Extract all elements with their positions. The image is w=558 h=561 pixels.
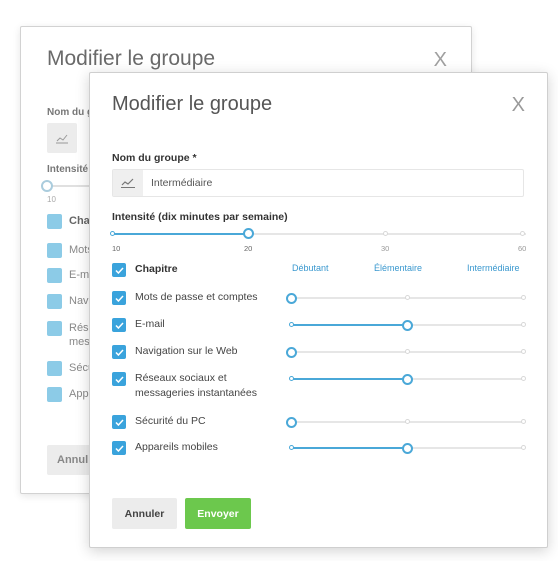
edit-group-dialog: Modifier le groupe X Nom du groupe * Int… [89,72,548,548]
chapter-level-dot [520,349,526,354]
background-row: Navi [69,295,92,307]
chapter-level-slider-knob[interactable] [401,373,413,385]
check-icon [114,444,124,452]
background-checkbox [47,214,62,229]
chapter-level-dot [404,295,410,300]
chapter-label-line: E-mail [135,318,165,330]
chapter-header: Chapitre [135,263,178,275]
chapter-checkbox[interactable] [112,318,126,332]
chapter-level-slider-knob[interactable] [285,292,297,304]
chapter-level-dot [520,376,526,381]
chapter-label: Mots de passe et comptes [135,290,258,305]
chapter-level-dot [288,445,294,450]
background-close-icon[interactable]: X [434,49,447,72]
chapter-checkbox[interactable] [112,345,126,359]
chapter-level-dot [520,419,526,424]
chapter-level-slider-knob[interactable] [401,319,413,331]
background-checkbox [47,387,62,402]
background-chart-line-icon [47,123,77,153]
intensity-slider-fill [112,233,250,235]
check-icon [114,294,124,302]
intensity-tick-label: 20 [244,244,253,253]
background-intensity-label: Intensité [47,164,89,175]
intensity-tick-label: 60 [518,244,527,253]
intensity-tick-dot [383,231,388,236]
chapter-level-slider-knob[interactable] [285,346,297,358]
chapter-label: E-mail [135,317,165,332]
check-icon [114,321,124,329]
chapter-label: Sécurité du PC [135,414,206,429]
chapter-checkbox[interactable] [112,415,126,429]
chapter-level-dot [288,376,294,381]
intensity-label: Intensité (dix minutes par semaine) [112,211,288,223]
background-row: mes [69,336,90,348]
chapter-level-dot [520,445,526,450]
intensity-tick-label: 30 [381,244,390,253]
chapter-label-line: Mots de passe et comptes [135,291,258,303]
background-checkbox [47,243,62,258]
group-name-label: Nom du groupe * [112,152,197,164]
background-dialog-title: Modifier le groupe [47,47,216,70]
level-label-intermediate: Intermédiaire [467,263,520,273]
group-name-input[interactable] [151,174,511,192]
close-icon[interactable]: X [512,94,525,117]
background-row: E-m [69,269,90,281]
intensity-tick-dot [110,231,115,236]
chapter-level-dot [288,322,294,327]
check-icon [114,418,124,426]
chapter-checkbox[interactable] [112,372,126,386]
chapter-checkbox[interactable] [112,441,126,455]
chapter-label-line: Réseaux sociaux et [135,372,227,384]
chapter-label: Appareils mobiles [135,440,218,455]
check-icon [114,375,124,383]
background-checkbox [47,321,62,336]
background-intensity-knob [41,180,53,192]
chapter-level-dot [520,322,526,327]
intensity-tick-dot [520,231,525,236]
background-checkbox [47,294,62,309]
chapter-label-line: Sécurité du PC [135,415,206,427]
chapter-label-line: Navigation sur le Web [135,345,238,357]
chapter-label-line: Appareils mobiles [135,441,218,453]
chapter-level-slider-fill [291,324,407,326]
level-label-elementary: Élémentaire [374,263,423,273]
dialog-title: Modifier le groupe [112,93,273,115]
check-icon [114,266,124,274]
background-name-label: Nom du g [47,107,94,118]
background-tick-label: 10 [47,195,56,204]
intensity-tick-label: 10 [112,244,121,253]
level-label-beginner: Débutant [292,263,329,273]
select-all-checkbox[interactable] [112,263,126,277]
cancel-button[interactable]: Annuler [112,498,177,529]
chapter-level-dot [404,419,410,424]
chapter-label-line: messageries instantanées [135,387,257,399]
chapter-label: Navigation sur le Web [135,344,238,359]
chapter-level-slider-knob[interactable] [285,416,297,428]
background-checkbox [47,361,62,376]
submit-button[interactable]: Envoyer [185,498,251,529]
chapter-level-dot [404,349,410,354]
check-icon [114,348,124,356]
intensity-slider-knob[interactable] [243,228,254,239]
group-name-field[interactable] [112,169,524,197]
chapter-level-slider-fill [291,447,407,449]
chapter-level-slider-fill [291,378,407,380]
chart-line-icon [113,170,143,196]
chapter-level-dot [520,295,526,300]
background-checkbox [47,268,62,283]
chapter-label: Réseaux sociaux et messageries instantané… [135,371,257,401]
chapter-level-slider-knob[interactable] [401,442,413,454]
chapter-checkbox[interactable] [112,291,126,305]
